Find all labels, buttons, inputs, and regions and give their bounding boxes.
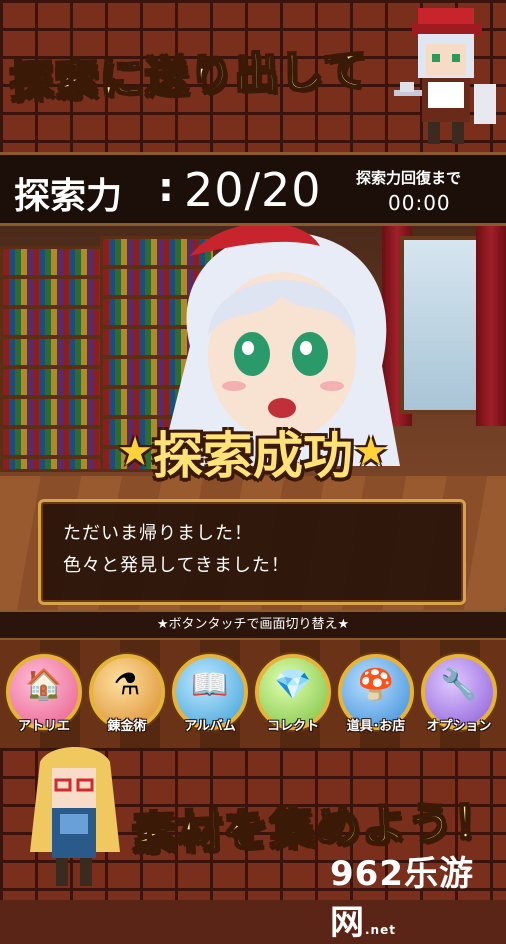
album-icon: 📖 [191, 667, 229, 703]
explore-power-value: 20/20 [184, 163, 322, 217]
menu-label-options: オプション [426, 719, 492, 734]
star-icon: ★ [353, 429, 389, 475]
site-watermark: 962乐游网.net [330, 846, 506, 944]
watermark-domain: .net [365, 923, 396, 937]
headline-send-exploring: 探索に送り出して [8, 45, 370, 109]
star-icon: ★ [117, 429, 153, 475]
menu-label-shop: 道具･お店 [346, 719, 406, 734]
window [400, 236, 488, 414]
main-menu: 🏠 アトリエ ⚗ 錬金術 📖 アルバム 💎 コレクト 🍄 道具･お店 🔧 オプシ… [0, 640, 506, 748]
menu-button-alchemy[interactable]: ⚗ 錬金術 [89, 654, 165, 734]
recovery-label: 探索力回復まで [356, 169, 462, 187]
success-title: 探索成功 [153, 427, 353, 485]
curtain-right [476, 226, 506, 426]
house-icon: 🏠 [25, 667, 63, 703]
menu-label-collect: コレクト [266, 719, 320, 734]
explore-power-colon: : [158, 165, 174, 211]
menu-button-collect[interactable]: 💎 コレクト [255, 654, 331, 734]
hint-bar: ★ボタンタッチで画面切り替え★ [0, 610, 506, 640]
menu-label-album: アルバム [184, 719, 236, 734]
dialogue-box[interactable]: ただいま帰りました！ 色々と発見してきました！ [38, 499, 466, 605]
dialogue-line-1: ただいま帰りました！ [63, 523, 253, 544]
dialogue-line-2: 色々と発見してきました！ [63, 555, 290, 576]
menu-button-album[interactable]: 📖 アルバム [172, 654, 248, 734]
wrench-icon: 🔧 [440, 667, 478, 703]
pixel-maid-sprite [394, 8, 496, 144]
chest-icon: 💎 [274, 667, 312, 703]
mushroom-icon: 🍄 [357, 667, 395, 703]
library-scene: ★ 探索成功 ★ ただいま帰りました！ 色々と発見してきました！ [0, 226, 506, 610]
exploration-success-banner: ★ 探索成功 ★ [36, 416, 470, 488]
pixel-girl-sprite [30, 747, 120, 886]
status-bar: 探索力 : 20/20 探索力回復まで 00:00 [0, 152, 506, 226]
menu-button-shop[interactable]: 🍄 道具･お店 [338, 654, 414, 734]
watermark-number: 962 [330, 854, 404, 894]
menu-label-alchemy: 錬金術 [107, 719, 147, 734]
explore-power-label: 探索力 [14, 176, 123, 217]
menu-button-atelier[interactable]: 🏠 アトリエ [6, 654, 82, 734]
menu-button-options[interactable]: 🔧 オプション [421, 654, 497, 734]
flask-icon: ⚗ [113, 667, 141, 703]
recovery-timer: 00:00 [388, 191, 451, 215]
menu-label-atelier: アトリエ [17, 719, 71, 734]
